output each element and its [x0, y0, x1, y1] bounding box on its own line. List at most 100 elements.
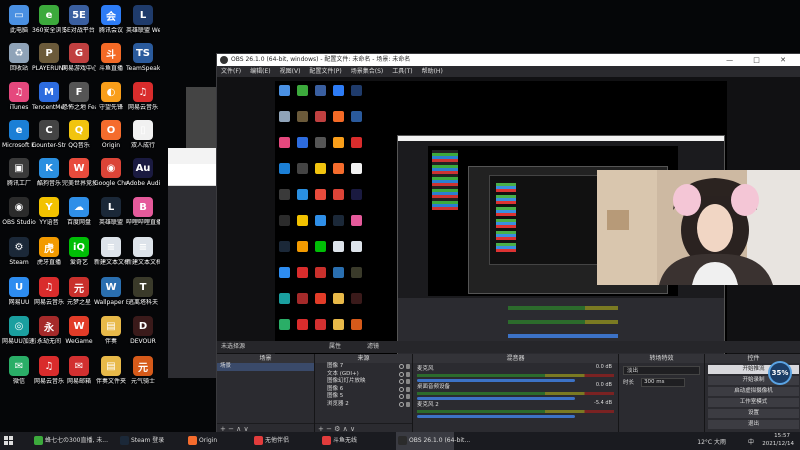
desktop-icon[interactable]: ♻ 回收站	[2, 43, 36, 72]
desktop-icon[interactable]: ▭ 此电脑	[2, 5, 36, 34]
desktop-icon[interactable]: ☁ 百度网盘	[62, 197, 96, 226]
taskbar-item[interactable]: 无他伴侣	[252, 432, 316, 450]
desktop-icon[interactable]: P PLAYERUNKNOWN BATTLEGR...	[32, 43, 66, 72]
visibility-eye-icon[interactable]	[399, 364, 404, 369]
browser-address-bar[interactable]	[168, 164, 218, 186]
source-item[interactable]: 文本 (GDI+)	[315, 371, 412, 379]
desktop-icon[interactable]: 斗斗鱼直播	[94, 43, 128, 72]
source-item[interactable]: 浏览器 2	[315, 401, 412, 409]
desktop-icon[interactable]: ⚙ Steam	[2, 237, 36, 266]
desktop-icon[interactable]: ♫ 网易云音乐	[32, 356, 66, 385]
desktop-icon[interactable]: T 逃离塔科夫	[126, 277, 160, 306]
desktop-icon[interactable]: F 恐怖之地 Fear sur...	[62, 82, 96, 111]
desktop-icon[interactable]: B 哔哩哔哩直播	[126, 197, 160, 226]
desktop-icon[interactable]: ≡ 新建文本文档	[94, 237, 128, 266]
taskbar-item[interactable]: Origin	[186, 432, 248, 450]
desktop-icon[interactable]: W Wallpaper Engine:...	[94, 277, 128, 306]
desktop-icon[interactable]: ◉ Google Chrome	[94, 158, 128, 187]
desktop-icon[interactable]: 永永劫无间	[32, 316, 66, 345]
clock-time[interactable]: 15:57	[774, 433, 790, 439]
lock-icon[interactable]	[406, 394, 410, 399]
desktop-icon[interactable]: L 英雄联盟	[94, 197, 128, 226]
desktop-icon[interactable]: TS TeamSpeak 3	[126, 43, 160, 72]
desktop-icon[interactable]: ▤ 伴奏	[94, 316, 128, 345]
clock-date[interactable]: 2021/12/14	[762, 441, 794, 447]
volume-fader[interactable]	[417, 415, 575, 418]
control-button[interactable]: 工作室模式	[708, 398, 799, 407]
taskbar-item[interactable]: Steam 登录	[118, 432, 182, 450]
desktop-icon[interactable]: O Origin	[94, 120, 128, 149]
desktop-icon[interactable]: U 网易UU	[2, 277, 36, 306]
desktop-icon[interactable]: 会腾讯会议	[94, 5, 128, 34]
desktop-icon[interactable]: L 英雄联盟 WeGame版	[126, 5, 160, 34]
desktop-icon[interactable]: e Microsoft Edge	[2, 120, 36, 149]
control-button[interactable]: 设置	[708, 409, 799, 418]
menu-item[interactable]: 配置文件(P)	[309, 68, 341, 75]
desktop-icon[interactable]: Y YY语音	[32, 197, 66, 226]
desktop-icon[interactable]: ✉ 网易邮箱	[62, 356, 96, 385]
desktop-icon[interactable]: ≡ 新建文本文档	[126, 237, 160, 266]
desktop-icon[interactable]: Au Adobe Audit...	[126, 158, 160, 187]
desktop-icon[interactable]: D DEVOUR	[126, 316, 160, 345]
menu-item[interactable]: 场景集合(S)	[351, 68, 384, 75]
desktop-icon[interactable]: ◐ 守望先锋	[94, 82, 128, 111]
menu-item[interactable]: 文件(F)	[221, 68, 241, 75]
menu-item[interactable]: 视图(V)	[280, 68, 301, 75]
desktop-icon[interactable]: ♫ 网易云音乐	[32, 277, 66, 306]
visibility-eye-icon[interactable]	[399, 386, 404, 392]
properties-button[interactable]: 属性	[329, 341, 341, 353]
source-item[interactable]: 图像幻灯片放映	[315, 378, 412, 386]
lock-icon[interactable]	[406, 401, 410, 407]
control-button[interactable]: 启动虚拟摄像机	[708, 387, 799, 396]
desktop-icon[interactable]: ♫ 网易云音乐	[126, 82, 160, 111]
desktop-icon[interactable]: 5E 5E对战平台	[62, 5, 96, 34]
desktop-icon[interactable]: C Counter-Strike Global Off...	[32, 120, 66, 149]
window-controls[interactable]: — □ ✕	[726, 54, 795, 66]
background-browser-window[interactable]	[168, 148, 218, 378]
desktop-icon[interactable]: e 360安全浏览器	[32, 5, 66, 34]
control-button[interactable]: 退出	[708, 420, 799, 429]
desktop-icon[interactable]: ▣ 腾讯工厂	[2, 158, 36, 187]
desktop-icon[interactable]: iQ 爱奇艺	[62, 237, 96, 266]
desktop-icon[interactable]: ◉ OBS Studio	[2, 197, 36, 226]
lock-icon[interactable]	[406, 364, 410, 369]
taskbar-item[interactable]: 蜂七七の300直播, 未...	[32, 432, 114, 450]
lock-icon[interactable]	[406, 371, 410, 377]
desktop-icon[interactable]: ◎ 网易UU加速器	[2, 316, 36, 345]
desktop-icon[interactable]: W 完美世界竞技平台	[62, 158, 96, 187]
desktop-icon[interactable]: ✉ 微信	[2, 356, 36, 385]
desktop-icon[interactable]: 元元气骑士	[126, 356, 160, 385]
visibility-eye-icon[interactable]	[399, 394, 404, 399]
visibility-eye-icon[interactable]	[399, 401, 404, 407]
menu-item[interactable]: 工具(T)	[392, 68, 412, 75]
weather-label[interactable]: 12°C 大雨	[697, 437, 726, 446]
taskbar-item[interactable]: OBS 26.1.0 (64-bit...	[396, 432, 470, 450]
desktop-icon[interactable]: W WeGame	[62, 316, 96, 345]
desktop-icon[interactable]: ▯ 双人成行	[126, 120, 160, 149]
visibility-eye-icon[interactable]	[399, 371, 404, 377]
desktop-icon[interactable]: G 网易游戏中心 BATTLEGR...	[62, 43, 96, 72]
source-item[interactable]: 图像 5	[315, 393, 412, 401]
desktop-icon[interactable]: 虎虎牙直播	[32, 237, 66, 266]
desktop-icon[interactable]: 元元梦之星	[62, 277, 96, 306]
filters-button[interactable]: 滤镜	[367, 341, 379, 353]
lock-icon[interactable]	[406, 379, 410, 384]
lock-icon[interactable]	[406, 386, 410, 392]
obs-title-bar[interactable]: OBS 26.1.0 (64-bit, windows) - 配置文件: 未命名…	[217, 54, 800, 66]
menu-item[interactable]: 帮助(H)	[422, 68, 443, 75]
source-item[interactable]: 图像 7	[315, 363, 412, 371]
desktop-icon[interactable]: Q QQ音乐	[62, 120, 96, 149]
desktop-icon[interactable]: ♫ iTunes	[2, 82, 36, 111]
desktop-icon[interactable]: K 酷狗音乐	[32, 158, 66, 187]
desktop-icon[interactable]: ▤ 伴奏文件夹	[94, 356, 128, 385]
source-item[interactable]: 图像 6	[315, 386, 412, 394]
duration-input[interactable]: 300 ms	[641, 378, 685, 387]
taskbar-item[interactable]: 斗鱼无线	[320, 432, 392, 450]
menu-item[interactable]: 编辑(E)	[250, 68, 270, 75]
desktop-icon[interactable]: M TencentMe...	[32, 82, 66, 111]
input-language[interactable]: 中	[748, 437, 754, 446]
scene-item[interactable]: 场景	[217, 363, 314, 371]
visibility-eye-icon[interactable]	[399, 379, 404, 384]
transition-select[interactable]: 淡出	[623, 366, 700, 375]
start-button-icon[interactable]	[4, 436, 14, 446]
